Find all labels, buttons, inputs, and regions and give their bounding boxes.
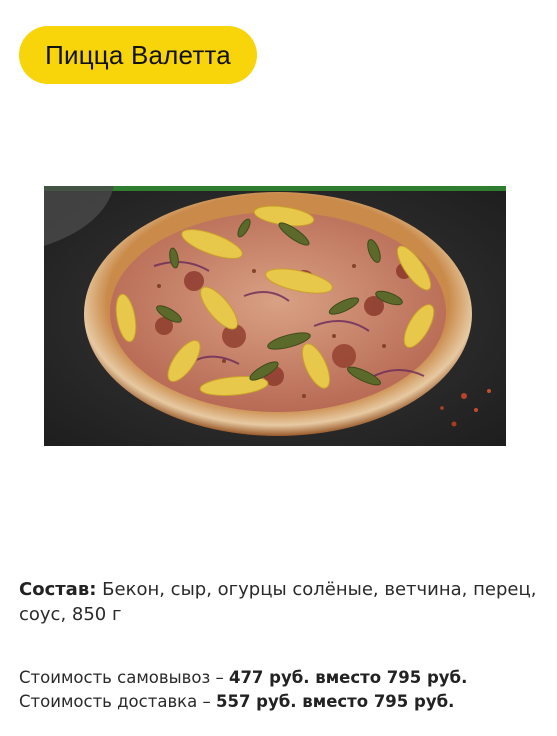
delivery-price-value: 557 руб. вместо 795 руб. <box>216 692 455 711</box>
delivery-price-line: Стоимость доставка – 557 руб. вместо 795… <box>19 690 549 714</box>
composition-label: Состав: <box>19 579 97 600</box>
pickup-price-value: 477 руб. вместо 795 руб. <box>228 668 468 687</box>
composition-text: Бекон, сыр, огурцы солёные, ветчина, пер… <box>19 579 537 625</box>
pickup-price-line: Стоимость самовывоз – 477 руб. вместо 79… <box>19 666 549 690</box>
pizza-photo <box>44 186 506 446</box>
prices: Стоимость самовывоз – 477 руб. вместо 79… <box>19 666 549 714</box>
pizza-image <box>44 186 506 446</box>
composition: Состав: Бекон, сыр, огурцы солёные, ветч… <box>19 577 539 627</box>
page-title: Пицца Валетта <box>45 39 231 70</box>
pickup-price-label: Стоимость самовывоз – <box>19 668 229 687</box>
delivery-price-label: Стоимость доставка – <box>19 692 216 711</box>
title-badge: Пицца Валетта <box>19 26 257 84</box>
